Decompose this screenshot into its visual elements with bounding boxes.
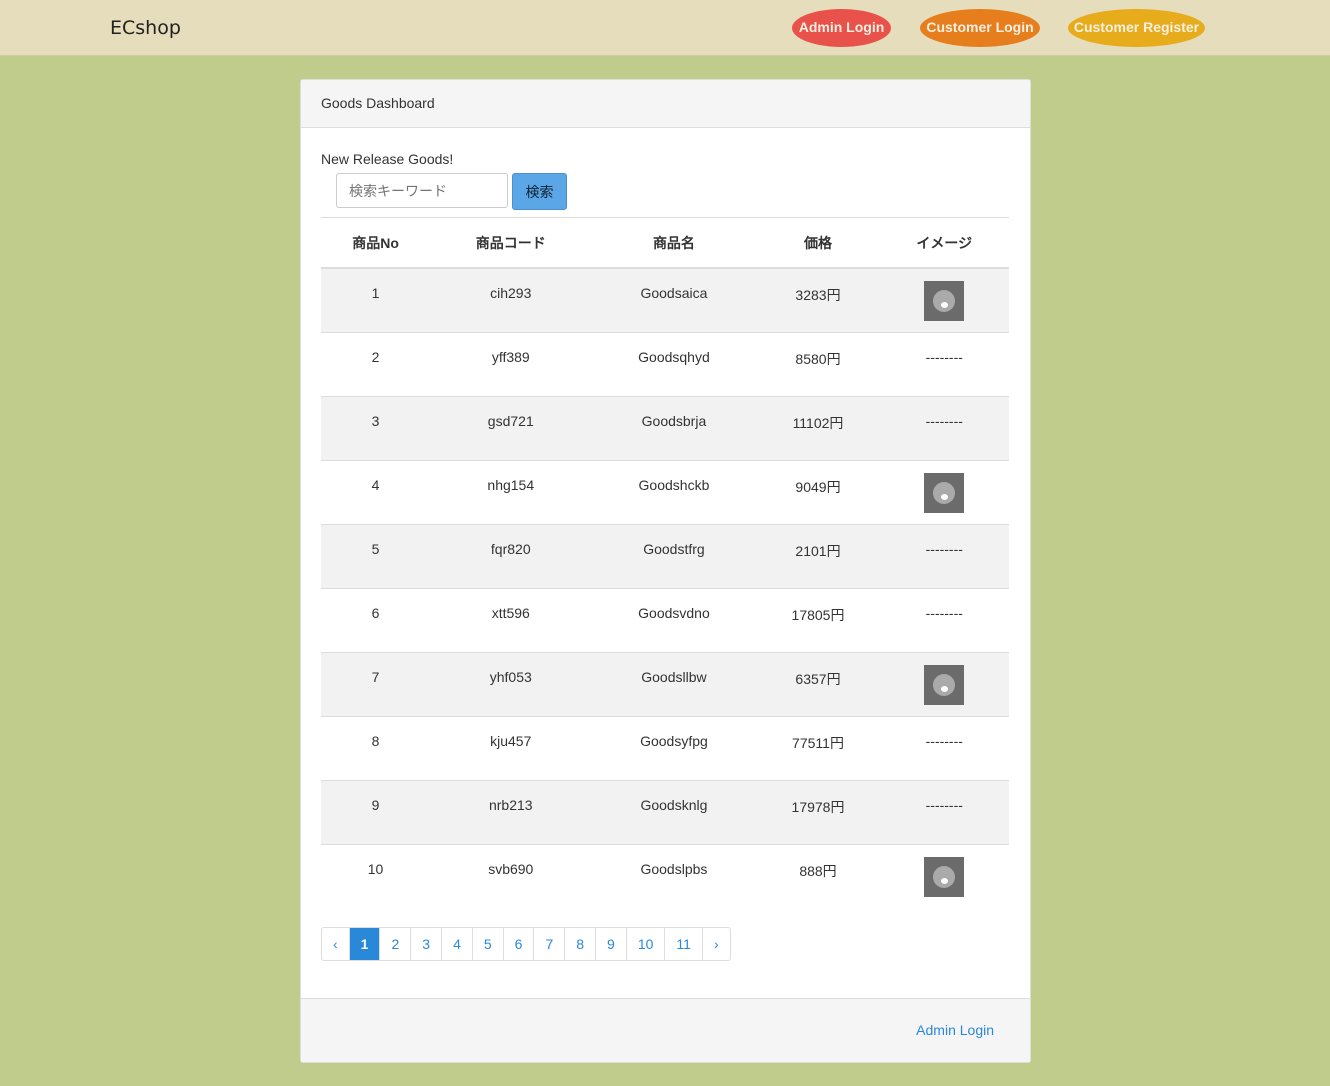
table-cell: nhg154: [430, 459, 592, 524]
table-cell: cih293: [430, 267, 592, 332]
table-cell: xtt596: [430, 587, 592, 652]
page-11-button[interactable]: 11: [664, 928, 702, 960]
table-cell: 4: [321, 459, 431, 524]
table-cell: svb690: [430, 843, 592, 908]
image-cell: [879, 267, 1009, 332]
prev-page-button[interactable]: ‹: [322, 928, 349, 960]
bear-thumbnail-icon: [924, 856, 965, 897]
page-8-button[interactable]: 8: [564, 928, 595, 960]
table-cell: 9: [321, 779, 431, 844]
table-cell: Goodsllbw: [591, 651, 757, 716]
page-5-button[interactable]: 5: [471, 928, 503, 960]
table-row: 1 cih293 Goodsaica 3283円: [321, 267, 1009, 332]
table-cell: 3: [321, 395, 431, 460]
customer-register-button[interactable]: Customer Register: [1068, 9, 1205, 47]
table-cell: fqr820: [430, 523, 592, 588]
goods-dashboard-panel: Goods Dashboard New Release Goods! 検索 商品…: [300, 79, 1031, 1063]
column-header: 商品コード: [430, 217, 592, 269]
column-header: 商品No: [321, 217, 431, 269]
footer-admin-login-link[interactable]: Admin Login: [916, 1022, 994, 1038]
table-cell: kju457: [430, 715, 592, 780]
table-cell: 2101円: [756, 523, 880, 588]
column-header: イメージ: [879, 217, 1009, 269]
table-row: 8 kju457 Goodsyfpg 77511円 --------: [321, 715, 1009, 780]
table-row: 9 nrb213 Goodsknlg 17978円 --------: [321, 779, 1009, 844]
table-row: 10 svb690 Goodslpbs 888円: [321, 843, 1009, 908]
table-cell: 6: [321, 587, 431, 652]
bear-thumbnail-icon: [924, 472, 965, 513]
table-cell: --------: [879, 779, 1009, 844]
table-cell: 1: [321, 267, 431, 332]
image-cell: [879, 459, 1009, 524]
goods-table: 商品No 商品コード 商品名 価格 イメージ 1 cih293 Goodsaica 3283円…: [321, 217, 1009, 908]
table-cell: Goodsaica: [591, 267, 757, 332]
table-cell: 77511円: [756, 715, 880, 780]
table-cell: 6357円: [756, 651, 880, 716]
table-row: 7 yhf053 Goodsllbw 6357円: [321, 651, 1009, 716]
table-cell: nrb213: [430, 779, 592, 844]
table-cell: --------: [879, 331, 1009, 396]
table-row: 5 fqr820 Goodstfrg 2101円 --------: [321, 523, 1009, 588]
table-cell: 7: [321, 651, 431, 716]
table-cell: --------: [879, 715, 1009, 780]
page-3-button[interactable]: 3: [410, 928, 441, 960]
table-cell: Goodslpbs: [591, 843, 757, 908]
table-cell: Goodsqhyd: [591, 331, 757, 396]
section-label: New Release Goods!: [321, 151, 454, 167]
page-2-button[interactable]: 2: [379, 928, 410, 960]
search-button[interactable]: 検索: [512, 173, 567, 210]
page-1-button[interactable]: 1: [348, 928, 380, 960]
navbar: ECshop Admin Login Customer Login Custom…: [0, 0, 1330, 56]
page-7-button[interactable]: 7: [533, 928, 564, 960]
pagination: ‹ 1 2 3 4 5 6 7 8 9 10 11 ›: [321, 927, 731, 961]
table-cell: 2: [321, 331, 431, 396]
page-10-button[interactable]: 10: [625, 928, 665, 960]
panel-footer: Admin Login: [301, 998, 1030, 1062]
table-cell: 17805円: [756, 587, 880, 652]
table-cell: 17978円: [756, 779, 880, 844]
next-page-button[interactable]: ›: [701, 928, 730, 960]
table-row: 3 gsd721 Goodsbrja 11102円 --------: [321, 395, 1009, 460]
table-cell: 5: [321, 523, 431, 588]
column-header: 価格: [756, 217, 880, 269]
table-cell: Goodsvdno: [591, 587, 757, 652]
table-cell: --------: [879, 395, 1009, 460]
table-cell: 8: [321, 715, 431, 780]
table-cell: Goodshckb: [591, 459, 757, 524]
table-cell: Goodsyfpg: [591, 715, 757, 780]
table-cell: --------: [879, 523, 1009, 588]
table-cell: 888円: [756, 843, 880, 908]
table-cell: 9049円: [756, 459, 880, 524]
panel-title: Goods Dashboard: [301, 80, 1030, 128]
search-input[interactable]: [336, 173, 508, 208]
table-cell: yff389: [430, 331, 592, 396]
table-cell: 3283円: [756, 267, 880, 332]
table-cell: --------: [879, 587, 1009, 652]
table-cell: 11102円: [756, 395, 880, 460]
table-cell: 8580円: [756, 331, 880, 396]
customer-login-button[interactable]: Customer Login: [920, 9, 1040, 47]
page-9-button[interactable]: 9: [595, 928, 626, 960]
page-4-button[interactable]: 4: [441, 928, 472, 960]
table-cell: yhf053: [430, 651, 592, 716]
bear-thumbnail-icon: [924, 664, 965, 705]
image-cell: [879, 843, 1009, 908]
table-row: 4 nhg154 Goodshckb 9049円: [321, 459, 1009, 524]
page-6-button[interactable]: 6: [502, 928, 534, 960]
column-header: 商品名: [591, 217, 757, 269]
table-cell: Goodsbrja: [591, 395, 757, 460]
brand-logo[interactable]: ECshop: [110, 17, 181, 39]
image-cell: [879, 651, 1009, 716]
admin-login-button[interactable]: Admin Login: [792, 9, 891, 47]
table-cell: Goodsknlg: [591, 779, 757, 844]
table-row: 6 xtt596 Goodsvdno 17805円 --------: [321, 587, 1009, 652]
table-cell: Goodstfrg: [591, 523, 757, 588]
table-row: 2 yff389 Goodsqhyd 8580円 --------: [321, 331, 1009, 396]
table-cell: 10: [321, 843, 431, 908]
bear-thumbnail-icon: [924, 281, 965, 321]
table-cell: gsd721: [430, 395, 592, 460]
